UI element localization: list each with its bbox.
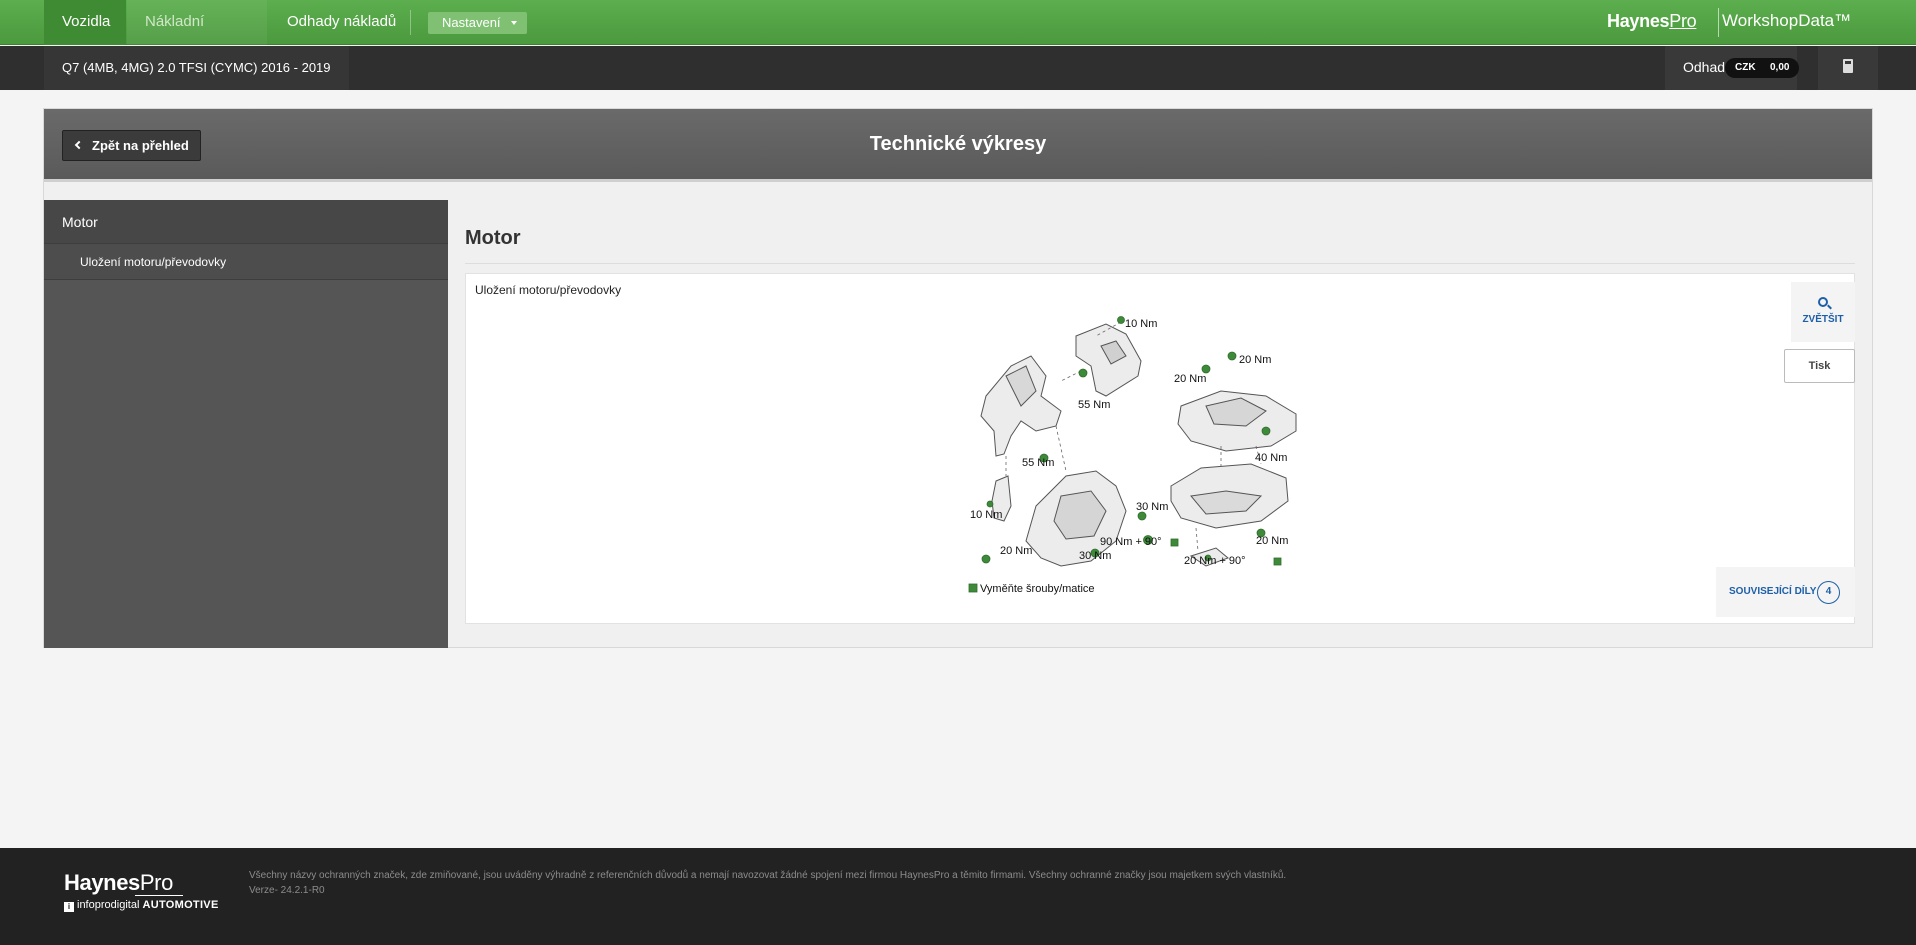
torque-label: 20 Nm xyxy=(1174,373,1206,385)
haynespro-logo: HaynesPro xyxy=(1607,11,1697,32)
bolt-marker xyxy=(1227,351,1237,361)
zoom-label: ZVĚTŠIT xyxy=(1802,314,1844,325)
bolt-marker xyxy=(1078,368,1088,378)
bolt-marker xyxy=(1137,511,1147,521)
brand-divider xyxy=(1718,8,1719,37)
torque-label: 30 Nm xyxy=(1136,501,1168,513)
footer-logo-underline xyxy=(135,895,183,896)
sidebar-item-engine-mounting[interactable]: Uložení motoru/převodovky xyxy=(44,244,448,280)
vehicle-bar: Q7 (4MB, 4MG) 2.0 TFSI (CYMC) 2016 - 201… xyxy=(0,46,1916,90)
footer-version: Verze- 24.2.1-R0 xyxy=(249,885,325,896)
drawing-title: Uložení motoru/převodovky xyxy=(475,283,622,297)
infoprodigital-logo: i infoprodigital AUTOMOTIVE xyxy=(64,899,219,912)
legend-text: Vyměňte šrouby/matice xyxy=(980,583,1095,595)
sidebar: Motor Uložení motoru/převodovky xyxy=(44,200,448,648)
vehicle-title[interactable]: Q7 (4MB, 4MG) 2.0 TFSI (CYMC) 2016 - 201… xyxy=(44,46,349,90)
estimate-amount-badge: CZK 0,00 xyxy=(1725,58,1799,78)
section-title: Motor xyxy=(465,227,521,249)
logo-haynes-text: Haynes xyxy=(1607,11,1670,31)
estimate-amount: 0,00 xyxy=(1770,62,1790,73)
guide-line xyxy=(1055,425,1067,472)
bolt-marker xyxy=(986,500,994,508)
technical-drawings-panel: Zpět na přehled Technické výkresy Motor … xyxy=(43,108,1873,648)
ipd-mid: digital xyxy=(110,899,140,911)
section-divider xyxy=(465,263,1855,264)
nav-divider xyxy=(410,10,411,35)
footer-disclaimer: Všechny názvy ochranných značek, zde zmi… xyxy=(249,870,1287,881)
torque-label: 20 Nm xyxy=(1000,545,1032,557)
related-parts-count: 4 xyxy=(1817,581,1840,604)
calculator-button[interactable] xyxy=(1818,46,1878,90)
replace-marker xyxy=(1273,557,1282,566)
bolt-marker xyxy=(981,554,991,564)
tab-odhady-nakladu[interactable]: Odhady nákladů xyxy=(269,0,414,45)
product-name: WorkshopData™ xyxy=(1722,11,1852,30)
footer-logo-pro: Pro xyxy=(139,870,173,895)
estimate-currency: CZK xyxy=(1735,62,1756,73)
page-title: Technické výkresy xyxy=(869,133,1047,155)
drawing-card: Uložení motoru/převodovky 10 Nm 55 Nm 20… xyxy=(465,273,1855,624)
footer-logo-haynes: Haynes xyxy=(64,870,140,895)
tab-vozidla[interactable]: Vozidla xyxy=(44,0,126,45)
guide-line xyxy=(1195,527,1199,552)
print-button[interactable]: Tisk xyxy=(1784,349,1855,383)
settings-label: Nastavení xyxy=(442,15,501,30)
torque-label: 10 Nm xyxy=(970,509,1002,521)
engine-mount-drawing[interactable]: 10 Nm 55 Nm 20 Nm 20 Nm 40 Nm 55 Nm 10 N… xyxy=(966,296,1406,626)
torque-label: 40 Nm xyxy=(1255,452,1287,464)
torque-label: 55 Nm xyxy=(1022,457,1054,469)
panel-header: Zpět na přehled Technické výkresy xyxy=(44,109,1872,182)
footer-haynespro-logo: HaynesPro xyxy=(64,870,173,896)
calculator-icon xyxy=(1843,59,1853,73)
torque-label: 20 Nm xyxy=(1239,354,1271,366)
sidebar-heading-motor[interactable]: Motor xyxy=(44,200,448,244)
related-parts-button[interactable]: SOUVISEJÍCÍ DÍLY 4 xyxy=(1716,567,1855,617)
guide-line xyxy=(1060,370,1082,382)
search-icon xyxy=(1818,297,1828,307)
torque-label: 30 Nm xyxy=(1079,550,1111,562)
top-nav-bar: Vozidla Nákladní vozidla Odhady nákladů … xyxy=(0,0,1916,74)
torque-label: 10 Nm xyxy=(1125,318,1157,330)
related-parts-label: SOUVISEJÍCÍ DÍLY xyxy=(1729,586,1817,597)
torque-label: 20 Nm + 90° xyxy=(1184,555,1246,567)
infopro-mark-icon: i xyxy=(64,902,74,912)
ipd-suffix: AUTOMOTIVE xyxy=(142,899,219,911)
zoom-button[interactable]: ZVĚTŠIT xyxy=(1791,282,1855,342)
bolt-marker xyxy=(1117,316,1125,324)
replace-marker xyxy=(1170,538,1179,547)
bolt-marker xyxy=(1201,364,1211,374)
tab-nakladni-vozidla[interactable]: Nákladní vozidla xyxy=(127,0,267,74)
logo-pro-text: Pro xyxy=(1669,11,1697,31)
ipd-prefix: infopro xyxy=(77,899,111,911)
settings-dropdown[interactable]: Nastavení xyxy=(428,12,527,34)
footer: HaynesPro i infoprodigital AUTOMOTIVE Vše… xyxy=(0,848,1916,945)
bolt-marker xyxy=(1261,426,1271,436)
torque-label: 90 Nm + 90° xyxy=(1100,536,1162,548)
estimate-label: Odhad xyxy=(1683,59,1726,75)
torque-label: 20 Nm xyxy=(1256,535,1288,547)
estimate-widget[interactable]: Odhad CZK 0,00 xyxy=(1665,46,1799,90)
torque-label: 55 Nm xyxy=(1078,399,1110,411)
legend-swatch xyxy=(968,583,978,593)
caret-down-icon xyxy=(511,21,517,25)
